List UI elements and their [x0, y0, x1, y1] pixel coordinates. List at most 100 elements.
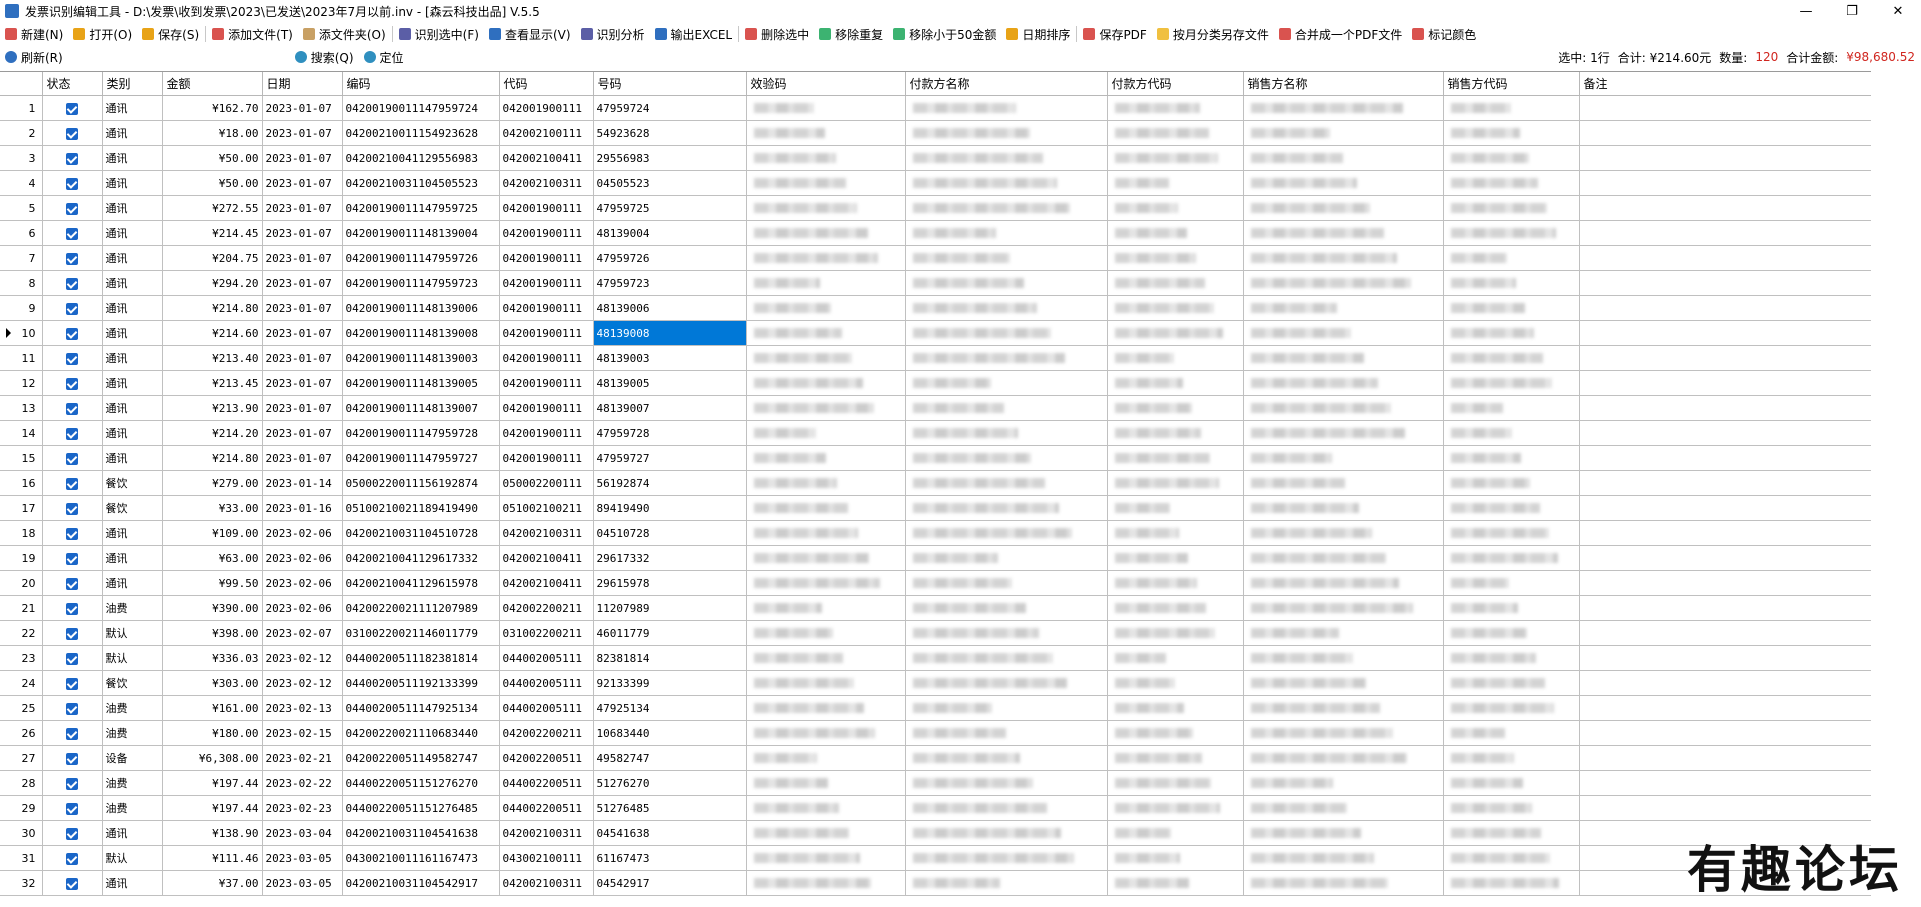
- seller-code-cell[interactable]: [1443, 720, 1580, 746]
- date-cell[interactable]: 2023-02-06: [262, 520, 343, 546]
- code-cell[interactable]: 042002100411: [499, 570, 594, 596]
- toolbar-button-folder[interactable]: 按月分类另存文件: [1152, 23, 1274, 45]
- note-cell[interactable]: [1579, 245, 1871, 271]
- amount-cell[interactable]: ¥161.00: [162, 695, 263, 721]
- table-row[interactable]: 3 通讯 ¥50.00 2023-01-07 04200210041129556983 0…: [0, 145, 1871, 171]
- checkbox-checked-icon[interactable]: [66, 452, 78, 465]
- payer-code-cell[interactable]: [1107, 845, 1244, 871]
- status-cell[interactable]: [42, 670, 103, 696]
- status-cell[interactable]: [42, 720, 103, 746]
- toolbar-button-merge-pdf[interactable]: 合并成一个PDF文件: [1274, 23, 1407, 45]
- code-cell[interactable]: 044002200511: [499, 795, 594, 821]
- amount-cell[interactable]: ¥197.44: [162, 770, 263, 796]
- number-cell[interactable]: 47959724: [593, 95, 747, 121]
- verify-code-cell[interactable]: [746, 770, 906, 796]
- invoice-code-cell[interactable]: 04200190011148139007: [342, 395, 500, 421]
- checkbox-checked-icon[interactable]: [66, 627, 78, 640]
- row-number[interactable]: 18: [0, 520, 43, 546]
- seller-code-cell[interactable]: [1443, 595, 1580, 621]
- verify-code-cell[interactable]: [746, 220, 906, 246]
- category-cell[interactable]: 通讯: [102, 870, 163, 896]
- verify-code-cell[interactable]: [746, 870, 906, 896]
- code-cell[interactable]: 050002200111: [499, 470, 594, 496]
- row-number[interactable]: 20: [0, 570, 43, 596]
- code-cell[interactable]: 042001900111: [499, 345, 594, 371]
- invoice-code-cell[interactable]: 03100220021146011779: [342, 620, 500, 646]
- verify-code-cell[interactable]: [746, 345, 906, 371]
- payer-name-cell[interactable]: [905, 745, 1108, 771]
- payer-code-cell[interactable]: [1107, 120, 1244, 146]
- number-cell[interactable]: 29615978: [593, 570, 747, 596]
- payer-code-cell[interactable]: [1107, 720, 1244, 746]
- note-cell[interactable]: [1579, 145, 1871, 171]
- invoice-code-cell[interactable]: 04200190011148139006: [342, 295, 500, 321]
- invoice-code-cell[interactable]: 04400220051151276485: [342, 795, 500, 821]
- category-cell[interactable]: 通讯: [102, 120, 163, 146]
- checkbox-checked-icon[interactable]: [66, 502, 78, 515]
- category-cell[interactable]: 油费: [102, 695, 163, 721]
- payer-code-cell[interactable]: [1107, 195, 1244, 221]
- date-cell[interactable]: 2023-02-12: [262, 645, 343, 671]
- amount-cell[interactable]: ¥214.20: [162, 420, 263, 446]
- table-row[interactable]: 18 通讯 ¥109.00 2023-02-06 0420021003110451072…: [0, 520, 1871, 546]
- number-cell[interactable]: 54923628: [593, 120, 747, 146]
- checkbox-checked-icon[interactable]: [66, 777, 78, 790]
- checkbox-checked-icon[interactable]: [66, 202, 78, 215]
- status-cell[interactable]: [42, 595, 103, 621]
- payer-name-cell[interactable]: [905, 695, 1108, 721]
- column-header[interactable]: 代码: [499, 72, 594, 96]
- column-header[interactable]: 销售方代码: [1443, 72, 1580, 96]
- column-header[interactable]: [0, 72, 43, 96]
- number-cell[interactable]: 48139008: [593, 320, 747, 346]
- table-row[interactable]: 6 通讯 ¥214.45 2023-01-07 04200190011148139004…: [0, 220, 1871, 246]
- verify-code-cell[interactable]: [746, 595, 906, 621]
- number-cell[interactable]: 04541638: [593, 820, 747, 846]
- amount-cell[interactable]: ¥390.00: [162, 595, 263, 621]
- toolbar-button-add-file[interactable]: 添加文件(T): [207, 23, 298, 45]
- payer-name-cell[interactable]: [905, 120, 1108, 146]
- payer-code-cell[interactable]: [1107, 745, 1244, 771]
- amount-cell[interactable]: ¥111.46: [162, 845, 263, 871]
- date-cell[interactable]: 2023-01-07: [262, 195, 343, 221]
- seller-name-cell[interactable]: [1243, 495, 1444, 521]
- invoice-code-cell[interactable]: 04200210041129556983: [342, 145, 500, 171]
- amount-cell[interactable]: ¥50.00: [162, 145, 263, 171]
- payer-code-cell[interactable]: [1107, 645, 1244, 671]
- table-row[interactable]: 16 餐饮 ¥279.00 2023-01-14 0500022001115619287…: [0, 470, 1871, 496]
- invoice-code-cell[interactable]: 04200190011148139003: [342, 345, 500, 371]
- category-cell[interactable]: 通讯: [102, 95, 163, 121]
- date-cell[interactable]: 2023-02-21: [262, 745, 343, 771]
- invoice-code-cell[interactable]: 04400200511192133399: [342, 670, 500, 696]
- payer-name-cell[interactable]: [905, 295, 1108, 321]
- verify-code-cell[interactable]: [746, 370, 906, 396]
- payer-name-cell[interactable]: [905, 345, 1108, 371]
- number-cell[interactable]: 82381814: [593, 645, 747, 671]
- code-cell[interactable]: 042002100411: [499, 145, 594, 171]
- seller-name-cell[interactable]: [1243, 720, 1444, 746]
- seller-name-cell[interactable]: [1243, 95, 1444, 121]
- verify-code-cell[interactable]: [746, 95, 906, 121]
- code-cell[interactable]: 042001900111: [499, 295, 594, 321]
- seller-code-cell[interactable]: [1443, 445, 1580, 471]
- search-button[interactable]: 搜索(Q): [290, 46, 359, 68]
- row-number[interactable]: 30: [0, 820, 43, 846]
- verify-code-cell[interactable]: [746, 695, 906, 721]
- payer-name-cell[interactable]: [905, 595, 1108, 621]
- code-cell[interactable]: 042002100311: [499, 520, 594, 546]
- payer-code-cell[interactable]: [1107, 870, 1244, 896]
- seller-name-cell[interactable]: [1243, 770, 1444, 796]
- column-header[interactable]: 类别: [102, 72, 163, 96]
- invoice-code-cell[interactable]: 04200220021110683440: [342, 720, 500, 746]
- refresh-button[interactable]: 刷新(R): [0, 46, 68, 68]
- note-cell[interactable]: [1579, 120, 1871, 146]
- column-header[interactable]: 效验码: [746, 72, 906, 96]
- number-cell[interactable]: 49582747: [593, 745, 747, 771]
- category-cell[interactable]: 通讯: [102, 145, 163, 171]
- toolbar-button-open-folder[interactable]: 打开(O): [68, 23, 137, 45]
- payer-name-cell[interactable]: [905, 470, 1108, 496]
- seller-name-cell[interactable]: [1243, 520, 1444, 546]
- toolbar-button-delete[interactable]: 删除选中: [740, 23, 814, 45]
- date-cell[interactable]: 2023-01-07: [262, 295, 343, 321]
- status-cell[interactable]: [42, 320, 103, 346]
- date-cell[interactable]: 2023-01-07: [262, 370, 343, 396]
